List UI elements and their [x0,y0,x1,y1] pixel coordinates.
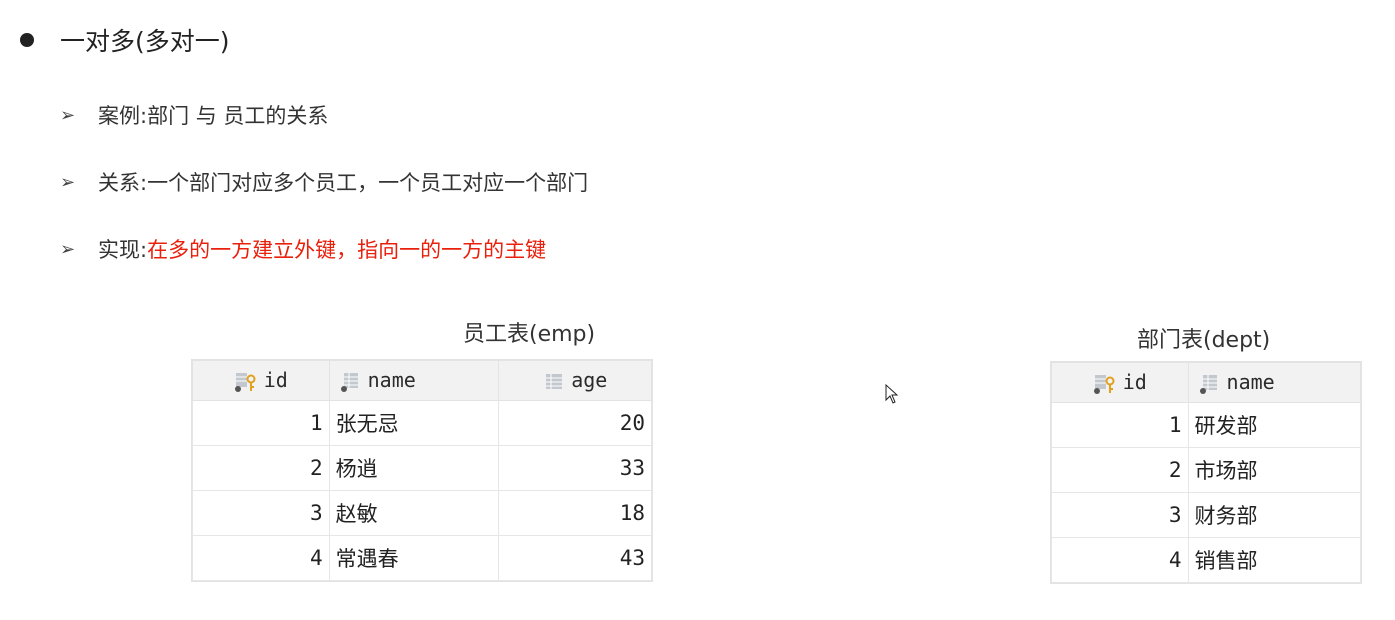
bullet-dot-icon [20,33,34,47]
table-column-icon [340,372,358,392]
primary-key-column-icon [1093,374,1115,394]
table-header-row: id name age [192,360,652,401]
bullet-relation: ➢ 关系: 一个部门对应多个员工，一个员工对应一个部门 [60,167,588,197]
column-header-label: id [1122,370,1147,395]
cell-name: 赵敏 [328,490,500,536]
cell-id: 2 [1051,447,1189,493]
cell-name: 杨逍 [328,445,500,491]
section-heading: 一对多(多对一) [20,22,230,58]
arrow-bullet-icon: ➢ [60,104,76,126]
table-row[interactable]: 1 张无忌 20 [192,400,652,446]
cell-id: 1 [1051,402,1189,448]
cell-id: 4 [192,535,330,581]
emp-table: id name age 1 张无忌 20 2 杨逍 33 3 赵敏 18 4 常… [192,360,652,581]
column-header-age[interactable]: age [498,360,652,401]
cell-age: 20 [498,400,652,446]
cell-age: 33 [498,445,652,491]
table-row[interactable]: 1 研发部 [1051,402,1362,448]
column-header-id[interactable]: id [192,360,330,401]
table-row[interactable]: 2 杨逍 33 [192,445,652,491]
cell-id: 3 [1051,492,1189,538]
table-row[interactable]: 3 财务部 [1051,492,1362,538]
bullet-value: 一个部门对应多个员工，一个员工对应一个部门 [147,171,589,195]
column-header-name[interactable]: name [328,360,500,401]
arrow-bullet-icon: ➢ [60,171,76,193]
cell-id: 2 [192,445,330,491]
table-row[interactable]: 4 销售部 [1051,537,1362,583]
column-header-label: name [1226,370,1275,395]
column-header-label: id [263,368,288,393]
cell-name: 市场部 [1187,447,1362,493]
dept-table: id name 1 研发部 2 市场部 3 财务部 4 销售部 [1051,362,1362,583]
cell-name: 销售部 [1187,537,1362,583]
column-header-name[interactable]: name [1187,362,1362,403]
cell-name: 常遇春 [328,535,500,581]
cell-name: 研发部 [1187,402,1362,448]
cell-id: 3 [192,490,330,536]
cell-age: 43 [498,535,652,581]
table-row[interactable]: 3 赵敏 18 [192,490,652,536]
table-row[interactable]: 4 常遇春 43 [192,535,652,581]
column-header-label: age [571,368,608,393]
heading-text: 一对多(多对一) [60,27,230,56]
table-row[interactable]: 2 市场部 [1051,447,1362,493]
table-column-icon [1199,374,1217,394]
cell-id: 1 [192,400,330,446]
bullet-label: 案例: [98,104,148,128]
bullet-value-highlight: 在多的一方建立外键，指向一的一方的主键 [147,238,547,262]
bullet-implementation: ➢ 实现: 在多的一方建立外键，指向一的一方的主键 [60,234,546,264]
column-header-label: name [367,368,416,393]
bullet-label: 实现: [98,238,148,262]
bullet-case: ➢ 案例: 部门 与 员工的关系 [60,100,328,130]
emp-table-title: 员工表(emp) [463,322,596,347]
bullet-value: 部门 与 员工的关系 [147,104,329,128]
cell-age: 18 [498,490,652,536]
bullet-label: 关系: [98,171,148,195]
arrow-bullet-icon: ➢ [60,238,76,260]
table-header-row: id name [1051,362,1362,403]
dept-table-title: 部门表(dept) [1137,328,1271,353]
cell-id: 4 [1051,537,1189,583]
primary-key-column-icon [234,372,256,392]
cell-name: 财务部 [1187,492,1362,538]
table-column-icon [546,373,563,389]
cell-name: 张无忌 [328,400,500,446]
column-header-id[interactable]: id [1051,362,1189,403]
mouse-cursor-icon [885,384,899,404]
